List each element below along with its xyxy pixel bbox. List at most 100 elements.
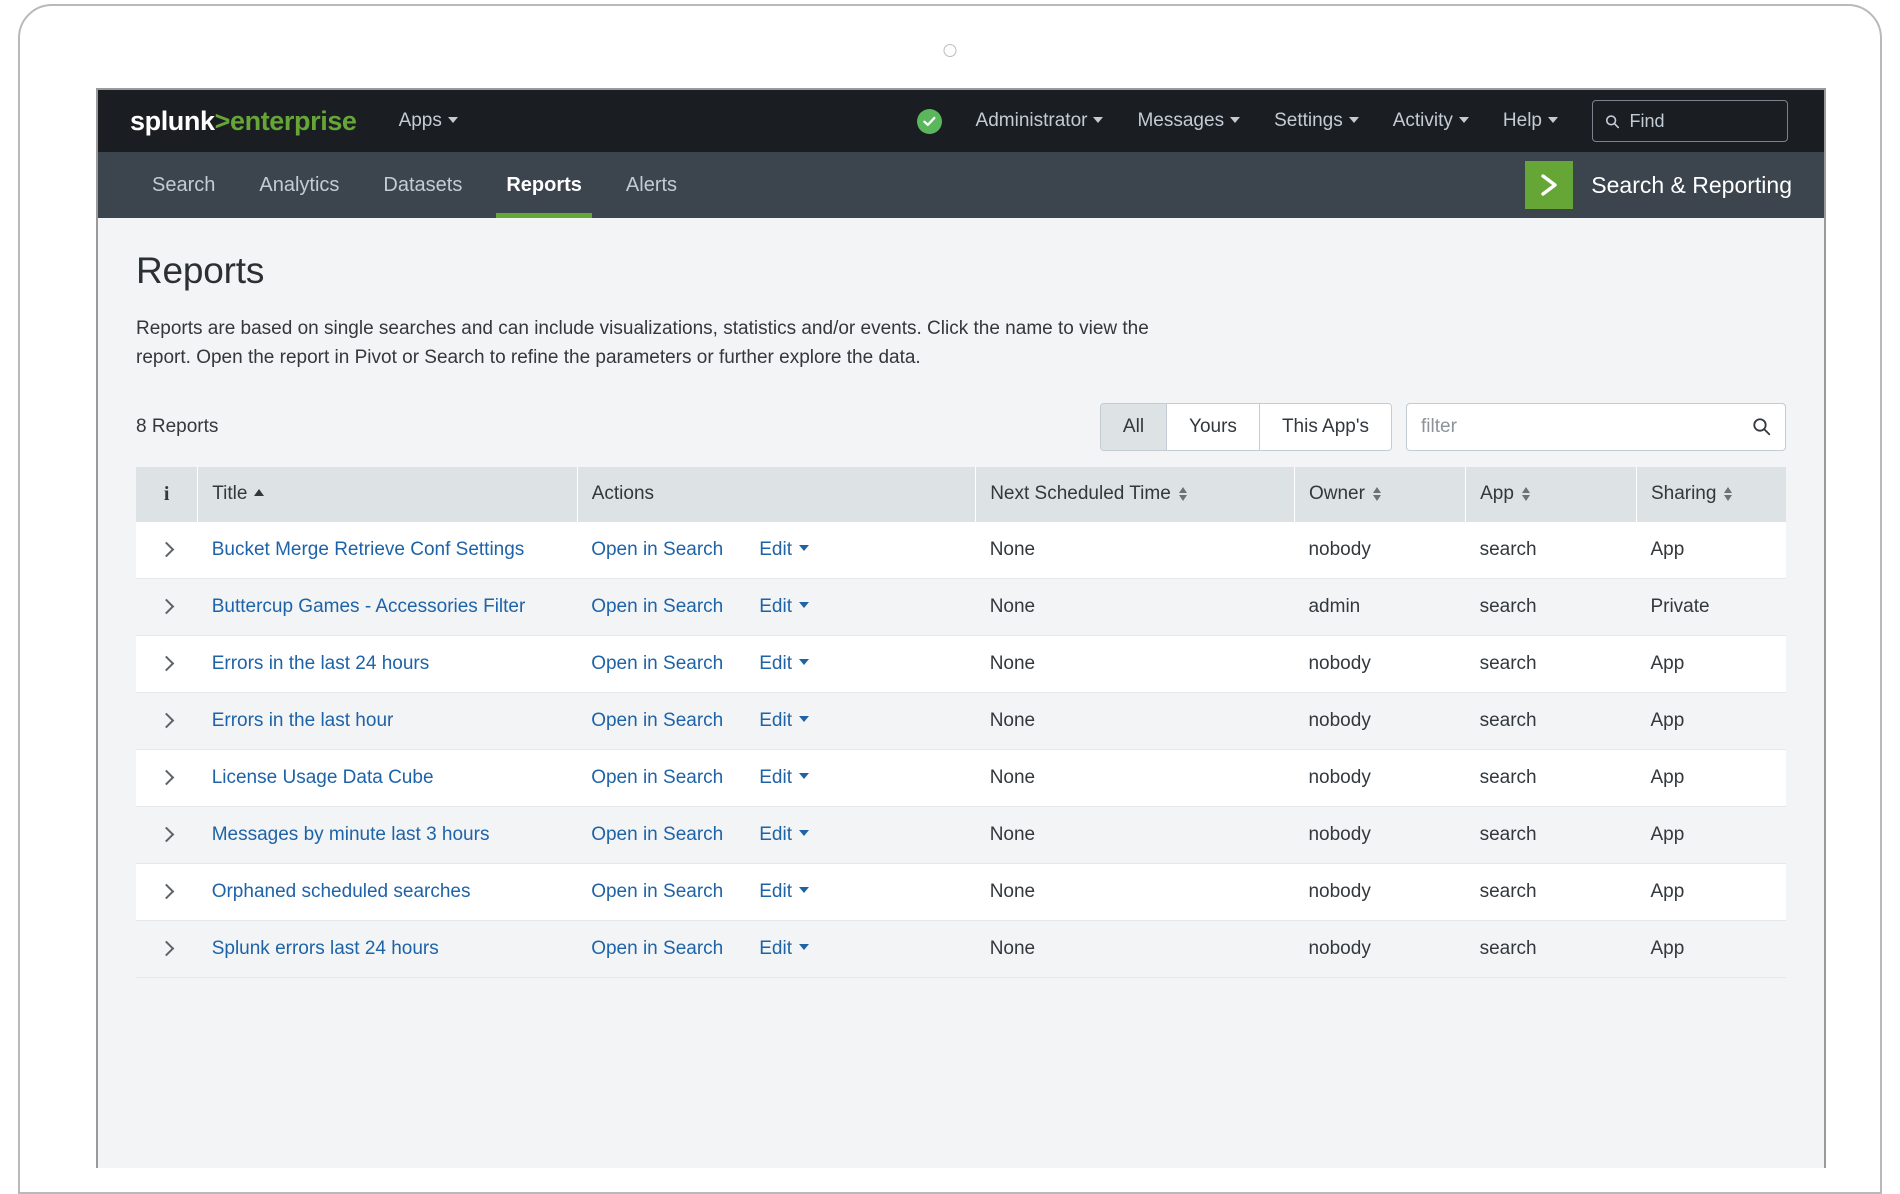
scope-button-yours[interactable]: Yours <box>1167 404 1260 450</box>
page-description: Reports are based on single searches and… <box>136 314 1176 373</box>
chevron-down-icon <box>1230 117 1240 123</box>
row-expand-cell[interactable] <box>136 578 198 635</box>
logo-text-enterprise: >enterprise <box>215 106 357 136</box>
table-row: Errors in the last hour Open in Search Edi… <box>136 692 1786 749</box>
open-in-search-link[interactable]: Open in Search <box>591 710 723 731</box>
messages-menu[interactable]: Messages <box>1137 110 1240 132</box>
open-in-search-link[interactable]: Open in Search <box>591 767 723 788</box>
filter-input[interactable] <box>1421 416 1752 438</box>
find-search-box[interactable] <box>1592 100 1788 142</box>
sort-both-icon <box>1373 486 1382 502</box>
column-header-info[interactable]: i <box>136 467 198 522</box>
nav-tab-reports[interactable]: Reports <box>484 152 604 218</box>
column-header-title[interactable]: Title <box>198 467 578 522</box>
column-header-sharing[interactable]: Sharing <box>1636 467 1786 522</box>
settings-menu-label: Settings <box>1274 110 1343 131</box>
report-title-link[interactable]: Errors in the last hour <box>212 710 394 731</box>
help-menu[interactable]: Help <box>1503 110 1558 132</box>
chevron-right-icon[interactable] <box>159 599 175 615</box>
row-expand-cell[interactable] <box>136 635 198 692</box>
column-header-owner[interactable]: Owner <box>1294 467 1465 522</box>
splunk-logo[interactable]: splunk>enterprise <box>130 106 357 137</box>
edit-menu[interactable]: Edit <box>759 596 809 617</box>
scope-button-all[interactable]: All <box>1101 404 1167 450</box>
table-row: Buttercup Games - Accessories Filter Open… <box>136 578 1786 635</box>
find-input[interactable] <box>1630 111 1775 132</box>
report-title-link[interactable]: License Usage Data Cube <box>212 767 434 788</box>
report-title-cell: Splunk errors last 24 hours <box>198 920 578 977</box>
row-expand-cell[interactable] <box>136 806 198 863</box>
owner-cell: nobody <box>1294 749 1465 806</box>
sort-ascending-icon <box>254 489 264 496</box>
nav-tab-datasets[interactable]: Datasets <box>361 152 484 218</box>
scope-button-this-apps[interactable]: This App's <box>1260 404 1391 450</box>
reports-table-body: Bucket Merge Retrieve Conf Settings Open … <box>136 522 1786 978</box>
chevron-right-icon[interactable] <box>159 884 175 900</box>
current-app-badge[interactable]: Search & Reporting <box>1525 152 1824 218</box>
edit-menu-label: Edit <box>759 539 792 560</box>
column-header-actions-label: Actions <box>592 483 654 504</box>
open-in-search-link[interactable]: Open in Search <box>591 653 723 674</box>
sharing-cell: App <box>1636 692 1786 749</box>
report-title-link[interactable]: Orphaned scheduled searches <box>212 881 471 902</box>
info-icon: i <box>164 483 170 505</box>
report-title-link[interactable]: Buttercup Games - Accessories Filter <box>212 596 526 617</box>
column-header-app-label: App <box>1480 483 1514 504</box>
nav-tab-alerts[interactable]: Alerts <box>604 152 699 218</box>
row-expand-cell[interactable] <box>136 692 198 749</box>
scope-button-yours-label: Yours <box>1189 416 1237 438</box>
report-title-link[interactable]: Messages by minute last 3 hours <box>212 824 490 845</box>
row-expand-cell[interactable] <box>136 863 198 920</box>
filter-search-field[interactable] <box>1406 403 1786 451</box>
reports-table: i Title Actions Next Scheduled Time Owne… <box>136 467 1786 978</box>
edit-menu[interactable]: Edit <box>759 653 809 674</box>
current-app-name: Search & Reporting <box>1591 172 1792 199</box>
owner-cell: nobody <box>1294 635 1465 692</box>
column-header-title-label: Title <box>212 483 247 504</box>
owner-cell: admin <box>1294 578 1465 635</box>
edit-menu[interactable]: Edit <box>759 539 809 560</box>
settings-menu[interactable]: Settings <box>1274 110 1359 132</box>
row-expand-cell[interactable] <box>136 749 198 806</box>
open-in-search-link[interactable]: Open in Search <box>591 596 723 617</box>
chevron-down-icon <box>799 830 809 836</box>
open-in-search-link[interactable]: Open in Search <box>591 938 723 959</box>
column-header-actions: Actions <box>577 467 975 522</box>
report-title-link[interactable]: Errors in the last 24 hours <box>212 653 430 674</box>
administrator-menu[interactable]: Administrator <box>976 110 1104 132</box>
row-expand-cell[interactable] <box>136 920 198 977</box>
table-header-row: i Title Actions Next Scheduled Time Owne… <box>136 467 1786 522</box>
open-in-search-link[interactable]: Open in Search <box>591 881 723 902</box>
chevron-right-icon[interactable] <box>159 941 175 957</box>
apps-menu[interactable]: Apps <box>399 110 458 132</box>
edit-menu[interactable]: Edit <box>759 710 809 731</box>
nav-tab-analytics[interactable]: Analytics <box>237 152 361 218</box>
app-cell: search <box>1466 806 1637 863</box>
row-expand-cell[interactable] <box>136 522 198 579</box>
chevron-down-icon <box>799 659 809 665</box>
app-cell: search <box>1466 522 1637 579</box>
report-title-link[interactable]: Splunk errors last 24 hours <box>212 938 439 959</box>
nav-tab-search[interactable]: Search <box>130 152 237 218</box>
chevron-right-icon[interactable] <box>159 827 175 843</box>
chevron-right-icon[interactable] <box>159 542 175 558</box>
chevron-down-icon <box>1349 117 1359 123</box>
edit-menu[interactable]: Edit <box>759 824 809 845</box>
open-in-search-link[interactable]: Open in Search <box>591 539 723 560</box>
open-in-search-link[interactable]: Open in Search <box>591 824 723 845</box>
edit-menu[interactable]: Edit <box>759 767 809 788</box>
column-header-app[interactable]: App <box>1466 467 1637 522</box>
edit-menu[interactable]: Edit <box>759 938 809 959</box>
report-title-link[interactable]: Bucket Merge Retrieve Conf Settings <box>212 539 525 560</box>
edit-menu[interactable]: Edit <box>759 881 809 902</box>
column-header-owner-label: Owner <box>1309 483 1365 504</box>
chevron-right-icon[interactable] <box>159 656 175 672</box>
activity-menu[interactable]: Activity <box>1393 110 1469 132</box>
chevron-right-icon[interactable] <box>159 713 175 729</box>
check-circle-icon[interactable] <box>917 109 942 134</box>
owner-cell: nobody <box>1294 863 1465 920</box>
column-header-sharing-label: Sharing <box>1651 483 1717 504</box>
sharing-cell: App <box>1636 749 1786 806</box>
column-header-next-scheduled-time[interactable]: Next Scheduled Time <box>976 467 1295 522</box>
chevron-right-icon[interactable] <box>159 770 175 786</box>
